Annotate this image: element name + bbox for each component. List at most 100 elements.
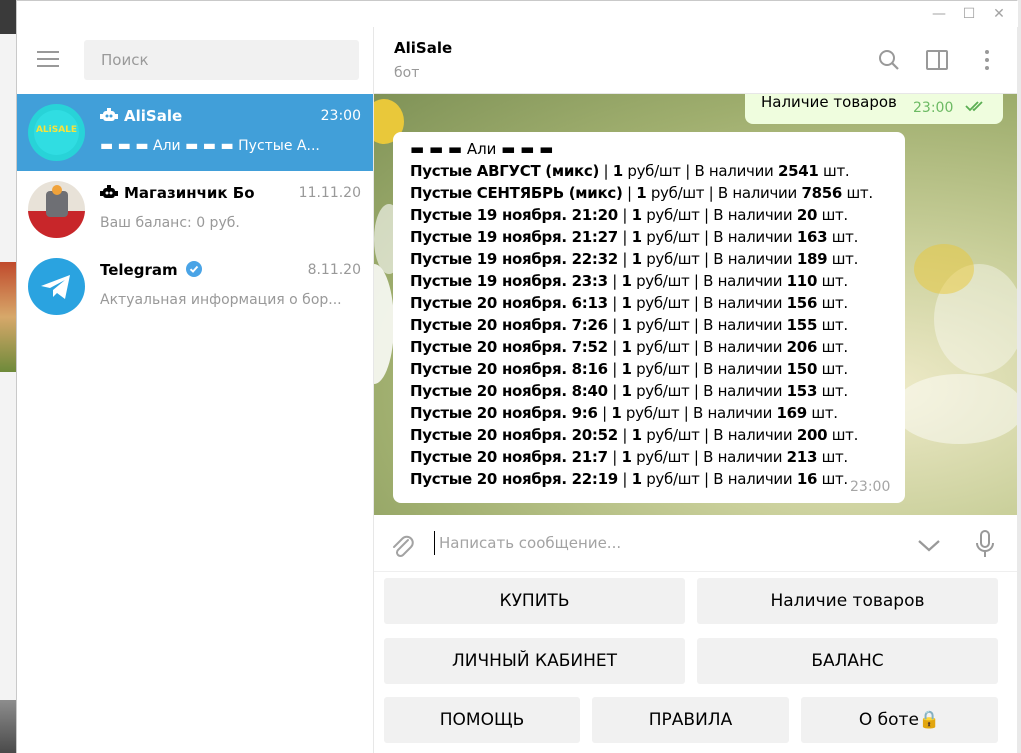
product-name: Пустые 20 ноября. 7:26	[410, 316, 608, 334]
message-input[interactable]	[434, 531, 904, 555]
availability-label: В наличии	[703, 272, 783, 290]
availability-label: В наличии	[703, 448, 783, 466]
quantity-value: 156	[786, 294, 818, 312]
product-name: Пустые 19 ноября. 23:3	[410, 272, 608, 290]
product-name: Пустые 19 ноября. 21:27	[410, 228, 618, 246]
message-area: Наличие товаров 23:00 ▬ ▬ ▬ Али ▬ ▬ ▬ Пу…	[374, 94, 1017, 515]
price-value: 1	[631, 206, 642, 224]
stock-line: Пустые 20 ноября. 21:7 | 1 руб/шт | В на…	[410, 448, 848, 466]
quantity-unit: шт.	[821, 470, 849, 488]
product-name: Пустые 19 ноября. 21:20	[410, 206, 618, 224]
cabinet-button[interactable]: ЛИЧНЫЙ КАБИНЕТ	[384, 638, 685, 684]
price-value: 1	[621, 316, 632, 334]
buy-button[interactable]: КУПИТЬ	[384, 578, 685, 624]
bot-icon	[100, 185, 118, 198]
price-value: 1	[612, 162, 623, 180]
product-name: Пустые АВГУСТ (микс)	[410, 162, 600, 180]
window-titlebar: — ☐ ✕	[17, 1, 1018, 27]
quantity-value: 153	[786, 382, 818, 400]
close-window-button[interactable]: ✕	[987, 4, 1011, 24]
stock-line: Пустые 20 ноября. 8:40 | 1 руб/шт | В на…	[410, 382, 848, 400]
search-icon[interactable]	[876, 47, 902, 73]
hide-keyboard-icon[interactable]	[916, 533, 942, 557]
about-button[interactable]: О боте🔒	[801, 697, 998, 743]
product-name: Пустые 20 ноября. 9:6	[410, 404, 598, 422]
quantity-value: 16	[796, 470, 818, 488]
stock-line: Пустые 20 ноября. 8:16 | 1 руб/шт | В на…	[410, 360, 848, 378]
price-unit: руб/шт	[646, 228, 700, 246]
price-unit: руб/шт	[636, 272, 690, 290]
maximize-button[interactable]: ☐	[957, 4, 981, 24]
hamburger-menu-icon[interactable]	[37, 51, 61, 71]
message-time: 23:00	[850, 479, 891, 495]
chat-item-telegram[interactable]: Telegram 8.11.20 Актуальная информация о…	[17, 248, 373, 325]
product-name: Пустые 20 ноября. 8:40	[410, 382, 608, 400]
quantity-value: 7856	[801, 184, 842, 202]
stock-line: Пустые 19 ноября. 23:3 | 1 руб/шт | В на…	[410, 272, 848, 290]
stock-line: Пустые 19 ноября. 22:32 | 1 руб/шт | В н…	[410, 250, 859, 268]
product-name: Пустые 19 ноября. 22:32	[410, 250, 618, 268]
stock-line: Пустые 20 ноября. 9:6 | 1 руб/шт | В нал…	[410, 404, 838, 422]
double-check-icon	[965, 101, 983, 112]
price-unit: руб/шт	[627, 162, 681, 180]
stock-line: Пустые 20 ноября. 20:52 | 1 руб/шт | В н…	[410, 426, 859, 444]
chat-item-alisale[interactable]: ALiSALE AliSale 23:00 ▬ ▬ ▬ Али ▬ ▬ ▬ Пу…	[17, 94, 373, 171]
price-unit: руб/шт	[646, 206, 700, 224]
bot-icon	[100, 108, 118, 121]
quantity-unit: шт.	[821, 448, 849, 466]
background-desktop-strip	[0, 0, 16, 753]
background-image	[0, 700, 16, 753]
price-unit: руб/шт	[636, 382, 690, 400]
quantity-value: 155	[786, 316, 818, 334]
chat-title[interactable]: AliSale	[394, 39, 452, 57]
paperclip-icon[interactable]	[389, 530, 415, 560]
incoming-message[interactable]: ▬ ▬ ▬ Али ▬ ▬ ▬ Пустые АВГУСТ (микс) | 1…	[393, 132, 905, 503]
chat-preview: Ваш баланс: 0 руб.	[100, 215, 240, 231]
minimize-button[interactable]: —	[927, 4, 951, 24]
availability-label: В наличии	[703, 338, 783, 356]
availability-label: В наличии	[713, 228, 793, 246]
sidebar-toggle-icon[interactable]	[924, 47, 950, 73]
chat-name: Магазинчик Бо	[100, 184, 255, 202]
quantity-unit: шт.	[821, 338, 849, 356]
stock-line: Пустые 20 ноября. 6:13 | 1 руб/шт | В на…	[410, 294, 848, 312]
stock-button[interactable]: Наличие товаров	[697, 578, 998, 624]
more-options-icon[interactable]	[974, 47, 1000, 73]
stock-line: Пустые 20 ноября. 22:19 | 1 руб/шт | В н…	[410, 470, 848, 488]
stock-line: Пустые 19 ноября. 21:27 | 1 руб/шт | В н…	[410, 228, 859, 246]
quantity-value: 213	[786, 448, 818, 466]
chat-name: AliSale	[100, 107, 182, 125]
stock-line: Пустые АВГУСТ (микс) | 1 руб/шт | В нали…	[410, 162, 850, 180]
chat-header: AliSale бот	[374, 27, 1017, 94]
price-value: 1	[631, 470, 642, 488]
message-header: ▬ ▬ ▬ Али ▬ ▬ ▬	[410, 140, 554, 158]
chat-name: Telegram	[100, 261, 202, 279]
price-value: 1	[621, 382, 632, 400]
chat-item-shop[interactable]: Магазинчик Бо 11.11.20 Ваш баланс: 0 руб…	[17, 171, 373, 248]
background-titlebar	[0, 0, 16, 34]
stock-line: Пустые 20 ноября. 7:52 | 1 руб/шт | В на…	[410, 338, 848, 356]
quantity-unit: шт.	[823, 162, 850, 180]
bot-keyboard: КУПИТЬ Наличие товаров ЛИЧНЫЙ КАБИНЕТ БА…	[374, 572, 1017, 753]
background-desktop-edge	[1017, 0, 1021, 753]
price-value: 1	[621, 294, 632, 312]
quantity-value: 2541	[777, 162, 819, 180]
outgoing-message[interactable]: Наличие товаров 23:00	[745, 94, 1003, 124]
price-value: 1	[621, 360, 632, 378]
price-value: 1	[636, 184, 647, 202]
balance-button[interactable]: БАЛАНС	[697, 638, 998, 684]
rules-button[interactable]: ПРАВИЛА	[592, 697, 789, 743]
help-button[interactable]: ПОМОЩЬ	[384, 697, 580, 743]
availability-label: В наличии	[694, 162, 774, 180]
chat-preview: Актуальная информация о бор...	[100, 292, 342, 308]
price-unit: руб/шт	[646, 426, 700, 444]
availability-label: В наличии	[703, 316, 783, 334]
search-input[interactable]	[84, 40, 359, 80]
product-name: Пустые 20 ноября. 21:7	[410, 448, 608, 466]
microphone-icon[interactable]	[974, 529, 996, 559]
quantity-unit: шт.	[831, 250, 859, 268]
availability-label: В наличии	[713, 470, 793, 488]
price-unit: руб/шт	[636, 338, 690, 356]
product-name: Пустые 20 ноября. 8:16	[410, 360, 608, 378]
telegram-logo-icon	[28, 258, 85, 315]
